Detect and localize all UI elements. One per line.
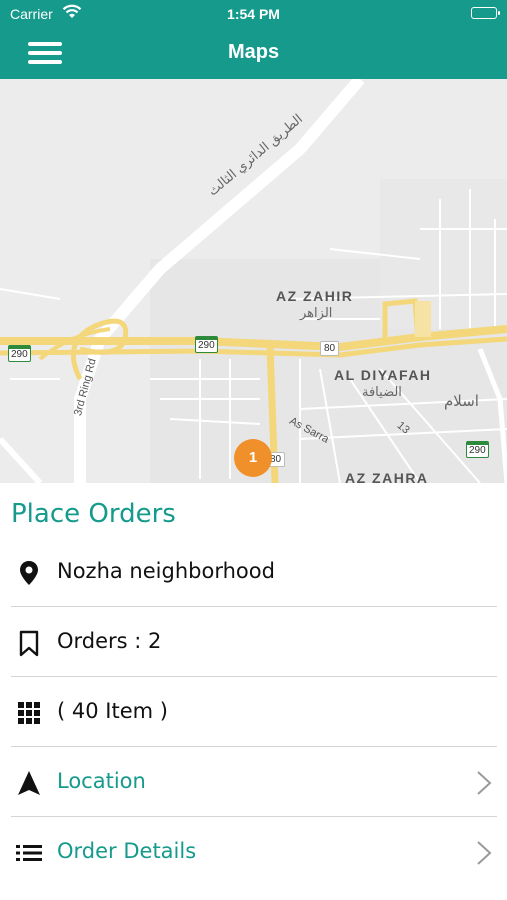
orders-count-label: Orders : 2	[57, 629, 162, 653]
chevron-right-icon	[477, 771, 492, 795]
status-time: 1:54 PM	[227, 6, 280, 22]
place-orders-panel: Place Orders Nozha neighborhood Orders :…	[0, 483, 507, 900]
grid-icon	[18, 702, 40, 724]
map-label-az-zahir-ar: الزاهر	[300, 305, 333, 320]
map-label-al-diyafah-ar: الضيافة	[362, 384, 402, 399]
list-icon	[16, 845, 42, 861]
panel-title: Place Orders	[11, 499, 176, 529]
items-count-row: ( 40 Item )	[11, 677, 497, 747]
location-link[interactable]: Location	[57, 769, 146, 793]
page-title: Maps	[227, 41, 280, 63]
items-count-label: ( 40 Item )	[57, 699, 168, 723]
route-shield-290: 290	[466, 441, 489, 458]
order-details-link[interactable]: Order Details	[57, 839, 196, 863]
map-label-az-zahir: AZ ZAHIR	[276, 288, 354, 304]
route-shield-290: 290	[8, 345, 31, 362]
chevron-right-icon	[477, 841, 492, 865]
map-roads	[0, 79, 507, 483]
neighborhood-row: Nozha neighborhood	[11, 537, 497, 607]
orders-count-row: Orders : 2	[11, 607, 497, 677]
order-details-row[interactable]: Order Details	[11, 817, 497, 887]
order-cluster-marker[interactable]: 1	[234, 439, 272, 477]
route-shield-80: 80	[320, 341, 340, 356]
status-bar: Carrier 1:54 PM	[0, 0, 507, 28]
navigation-arrow-icon	[18, 771, 40, 795]
nav-bar: Maps	[0, 28, 507, 79]
map-label-al-diyafah: AL DIYAFAH	[334, 367, 432, 383]
battery-icon	[471, 7, 500, 19]
bookmark-icon	[19, 630, 39, 657]
map-view[interactable]: الطريق الدائري الثالث AZ ZAHIR الزاهر AL…	[0, 79, 507, 483]
map-label-az-zahra: AZ ZAHRA	[345, 470, 429, 483]
location-row[interactable]: Location	[11, 747, 497, 817]
location-pin-icon	[20, 561, 38, 585]
map-label-islam-ar: اسلام	[444, 393, 479, 410]
neighborhood-label: Nozha neighborhood	[57, 559, 275, 583]
route-shield-290: 290	[195, 336, 218, 353]
